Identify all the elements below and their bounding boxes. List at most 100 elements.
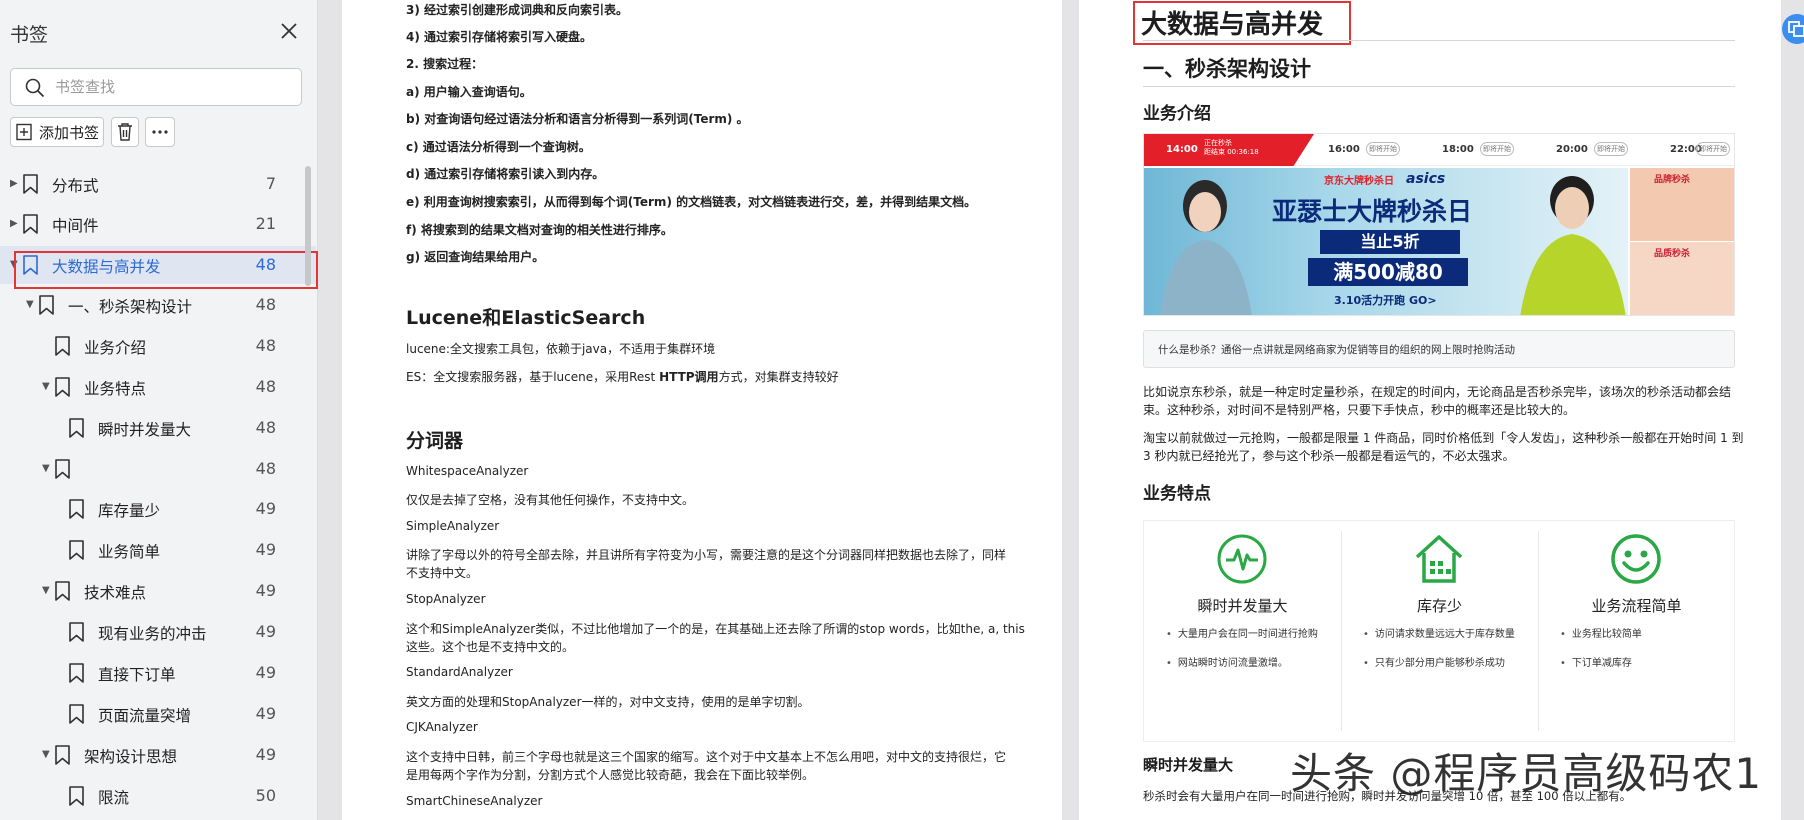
text-line: StandardAnalyzer xyxy=(406,665,513,679)
text-line: SmartChineseAnalyzer xyxy=(406,794,543,808)
feature-card: 库存少 访问请求数量远远大于库存数量 只有少部分用户能够秒杀成功 xyxy=(1341,521,1538,743)
bookmark-page-number: 49 xyxy=(255,704,276,723)
chevron-down-icon[interactable]: ▼ xyxy=(42,464,52,474)
search-input[interactable] xyxy=(55,75,295,99)
bookmark-label: 库存量少 xyxy=(98,502,161,520)
feature-title: 瞬时并发量大 xyxy=(1197,597,1288,615)
bookmark-item[interactable]: 页面流量突增 49 xyxy=(0,695,316,733)
bookmark-page-number: 49 xyxy=(255,499,276,518)
feature-title: 库存少 xyxy=(1416,597,1462,615)
seckill-banner-image: 14:00 正在秒杀 距结束 00:36:18 16:00 即将开始 18:00 … xyxy=(1143,133,1735,316)
bookmark-item[interactable]: 业务简单 49 xyxy=(0,531,316,569)
watermark-text: 头条 @程序员高级码农1 xyxy=(1290,749,1763,798)
bookmark-page-number: 49 xyxy=(255,622,276,641)
definition-callout: 什么是秒杀？通俗一点讲就是网络商家为促销等目的组织的网上限时抢购活动 xyxy=(1143,330,1735,368)
bookmark-item[interactable]: ▼ 业务特点 48 xyxy=(0,368,316,406)
heading-features: 业务特点 xyxy=(1143,484,1211,504)
chevron-down-icon[interactable]: ▼ xyxy=(42,382,52,392)
sidebar-title: 书签 xyxy=(10,24,49,46)
bookmark-page-number: 48 xyxy=(255,377,276,396)
floating-action-button[interactable] xyxy=(1782,14,1804,44)
bookmark-icon xyxy=(39,295,54,315)
search-icon xyxy=(25,78,45,98)
bookmark-page-number: 49 xyxy=(255,663,276,682)
bookmark-item[interactable]: 库存量少 49 xyxy=(0,490,316,528)
bookmark-item[interactable]: ▶ 分布式 7 xyxy=(0,165,316,203)
text-line: lucene:全文搜索工具包，依赖于java，不适用于集群环境 xyxy=(406,342,716,356)
text-line: 3 秒内就已经抢光了，参与这个秒杀一般都是看运气的，不必太强求。 xyxy=(1143,449,1515,463)
bookmark-page-number: 50 xyxy=(255,786,276,805)
bookmark-label: 中间件 xyxy=(52,217,99,235)
bookmark-icon xyxy=(23,214,38,234)
chevron-down-icon[interactable]: ▼ xyxy=(42,750,52,760)
text-line: CJKAnalyzer xyxy=(406,720,478,734)
text-line: 这些。这个也是不支持中文的。 xyxy=(406,640,575,654)
text-line: 英文方面的处理和StopAnalyzer一样的，对中文支持，使用的是单字切割。 xyxy=(406,695,810,709)
bookmark-icon xyxy=(55,581,70,601)
smiley-icon xyxy=(1611,534,1661,584)
bookmark-label: 分布式 xyxy=(52,177,99,195)
bookmark-page-number: 49 xyxy=(255,581,276,600)
more-icon xyxy=(152,130,168,134)
text-line: 淘宝以前就做过一元抢购，一般都是限量 1 件商品，同时价格低到「令人发齿」，这种… xyxy=(1143,431,1744,445)
bookmark-item[interactable]: 现有业务的冲击 49 xyxy=(0,613,316,651)
text-line: 比如说京东秒杀，就是一种定时定量秒杀，在规定的时间内，无论商品是否秒杀完毕，该场… xyxy=(1143,385,1732,399)
bookmark-search[interactable] xyxy=(10,68,302,106)
bookmark-item[interactable]: 直接下订单 49 xyxy=(0,654,316,692)
chevron-right-icon[interactable]: ▶ xyxy=(10,219,20,229)
text-line: ES：全文搜索服务器，基于lucene，采用Rest HTTP调用方式，对集群支… xyxy=(406,370,839,384)
bookmark-item[interactable]: ▶ 中间件 21 xyxy=(0,205,316,243)
document-page-right: 大数据与高并发 一、秒杀架构设计 业务介绍 14:00 正在秒杀 距结束 00:3… xyxy=(1079,0,1781,820)
bookmark-icon xyxy=(69,786,84,806)
bookmark-icon xyxy=(55,336,70,356)
bookmark-label: 页面流量突增 xyxy=(98,707,192,725)
add-bookmark-button[interactable]: 添加书签 xyxy=(10,117,104,147)
text-line: b) 对查询语句经过语法分析和语言分析得到一系列词(Term) 。 xyxy=(406,112,749,126)
bookmark-page-number: 48 xyxy=(255,295,276,314)
chevron-down-icon[interactable]: ▼ xyxy=(26,300,36,310)
heading-seckill: 一、秒杀架构设计 xyxy=(1143,57,1311,81)
features-panel: 瞬时并发量大 大量用户会在同一时间进行抢购 网站瞬时访问流量激增。 库存少 访问… xyxy=(1143,520,1735,742)
text-line: SimpleAnalyzer xyxy=(406,519,500,533)
bookmark-label: 架构设计思想 xyxy=(84,748,178,766)
heading-concurrency: 瞬时并发量大 xyxy=(1143,756,1234,774)
bookmark-page-number: 48 xyxy=(255,418,276,437)
sidebar-scrollbar[interactable] xyxy=(305,166,311,286)
bookmark-item[interactable]: ▼ 架构设计思想 49 xyxy=(0,736,316,774)
bookmark-page-number: 21 xyxy=(255,214,276,233)
bookmark-item[interactable]: 瞬时并发量大 48 xyxy=(0,409,316,447)
heading-lucene: Lucene和ElasticSearch xyxy=(406,307,646,329)
bookmark-item[interactable]: 限流 50 xyxy=(0,777,316,815)
bookmark-item[interactable]: ▼ 技术难点 49 xyxy=(0,572,316,610)
bookmark-page-number: 48 xyxy=(255,336,276,355)
text-line: 2. 搜索过程： xyxy=(406,57,484,71)
feature-title: 业务流程简单 xyxy=(1591,597,1682,615)
bookmark-page-number: 49 xyxy=(255,745,276,764)
close-icon[interactable] xyxy=(278,20,300,42)
delete-bookmark-button[interactable] xyxy=(111,117,139,147)
chevron-right-icon[interactable]: ▶ xyxy=(10,179,20,189)
bookmark-label: 限流 xyxy=(98,789,130,807)
bookmark-page-number: 7 xyxy=(265,174,276,193)
selection-highlight xyxy=(14,251,318,289)
trash-icon xyxy=(118,123,132,141)
chevron-down-icon[interactable]: ▼ xyxy=(42,586,52,596)
text-line: WhitespaceAnalyzer xyxy=(406,464,529,478)
bookmark-label: 直接下订单 xyxy=(98,666,176,684)
heartbeat-icon xyxy=(1217,534,1267,584)
bookmark-item[interactable]: ▼ 一、秒杀架构设计 48 xyxy=(0,286,316,324)
text-line: 3) 经过索引创建形成词典和反向索引表。 xyxy=(406,3,629,17)
more-options-button[interactable] xyxy=(145,117,175,147)
feature-card: 业务流程简单 业务程比较简单 下订单减库存 xyxy=(1538,521,1735,743)
heading-analyzer: 分词器 xyxy=(406,430,464,452)
heading-intro: 业务介绍 xyxy=(1143,104,1211,124)
bookmark-icon xyxy=(69,622,84,642)
bookmark-item[interactable]: 业务介绍 48 xyxy=(0,327,316,365)
bookmark-icon xyxy=(55,459,70,479)
text-line: 是用每两个字作为分割，分割方式个人感觉比较奇葩，我会在下面比较举例。 xyxy=(406,768,815,782)
bookmark-label: 现有业务的冲击 xyxy=(98,625,207,643)
bookmark-icon xyxy=(23,174,38,194)
time-slot: 20:00 xyxy=(1556,144,1588,155)
bookmark-item[interactable]: ▼ 48 xyxy=(0,450,316,488)
time-slot: 14:00 xyxy=(1166,144,1198,155)
